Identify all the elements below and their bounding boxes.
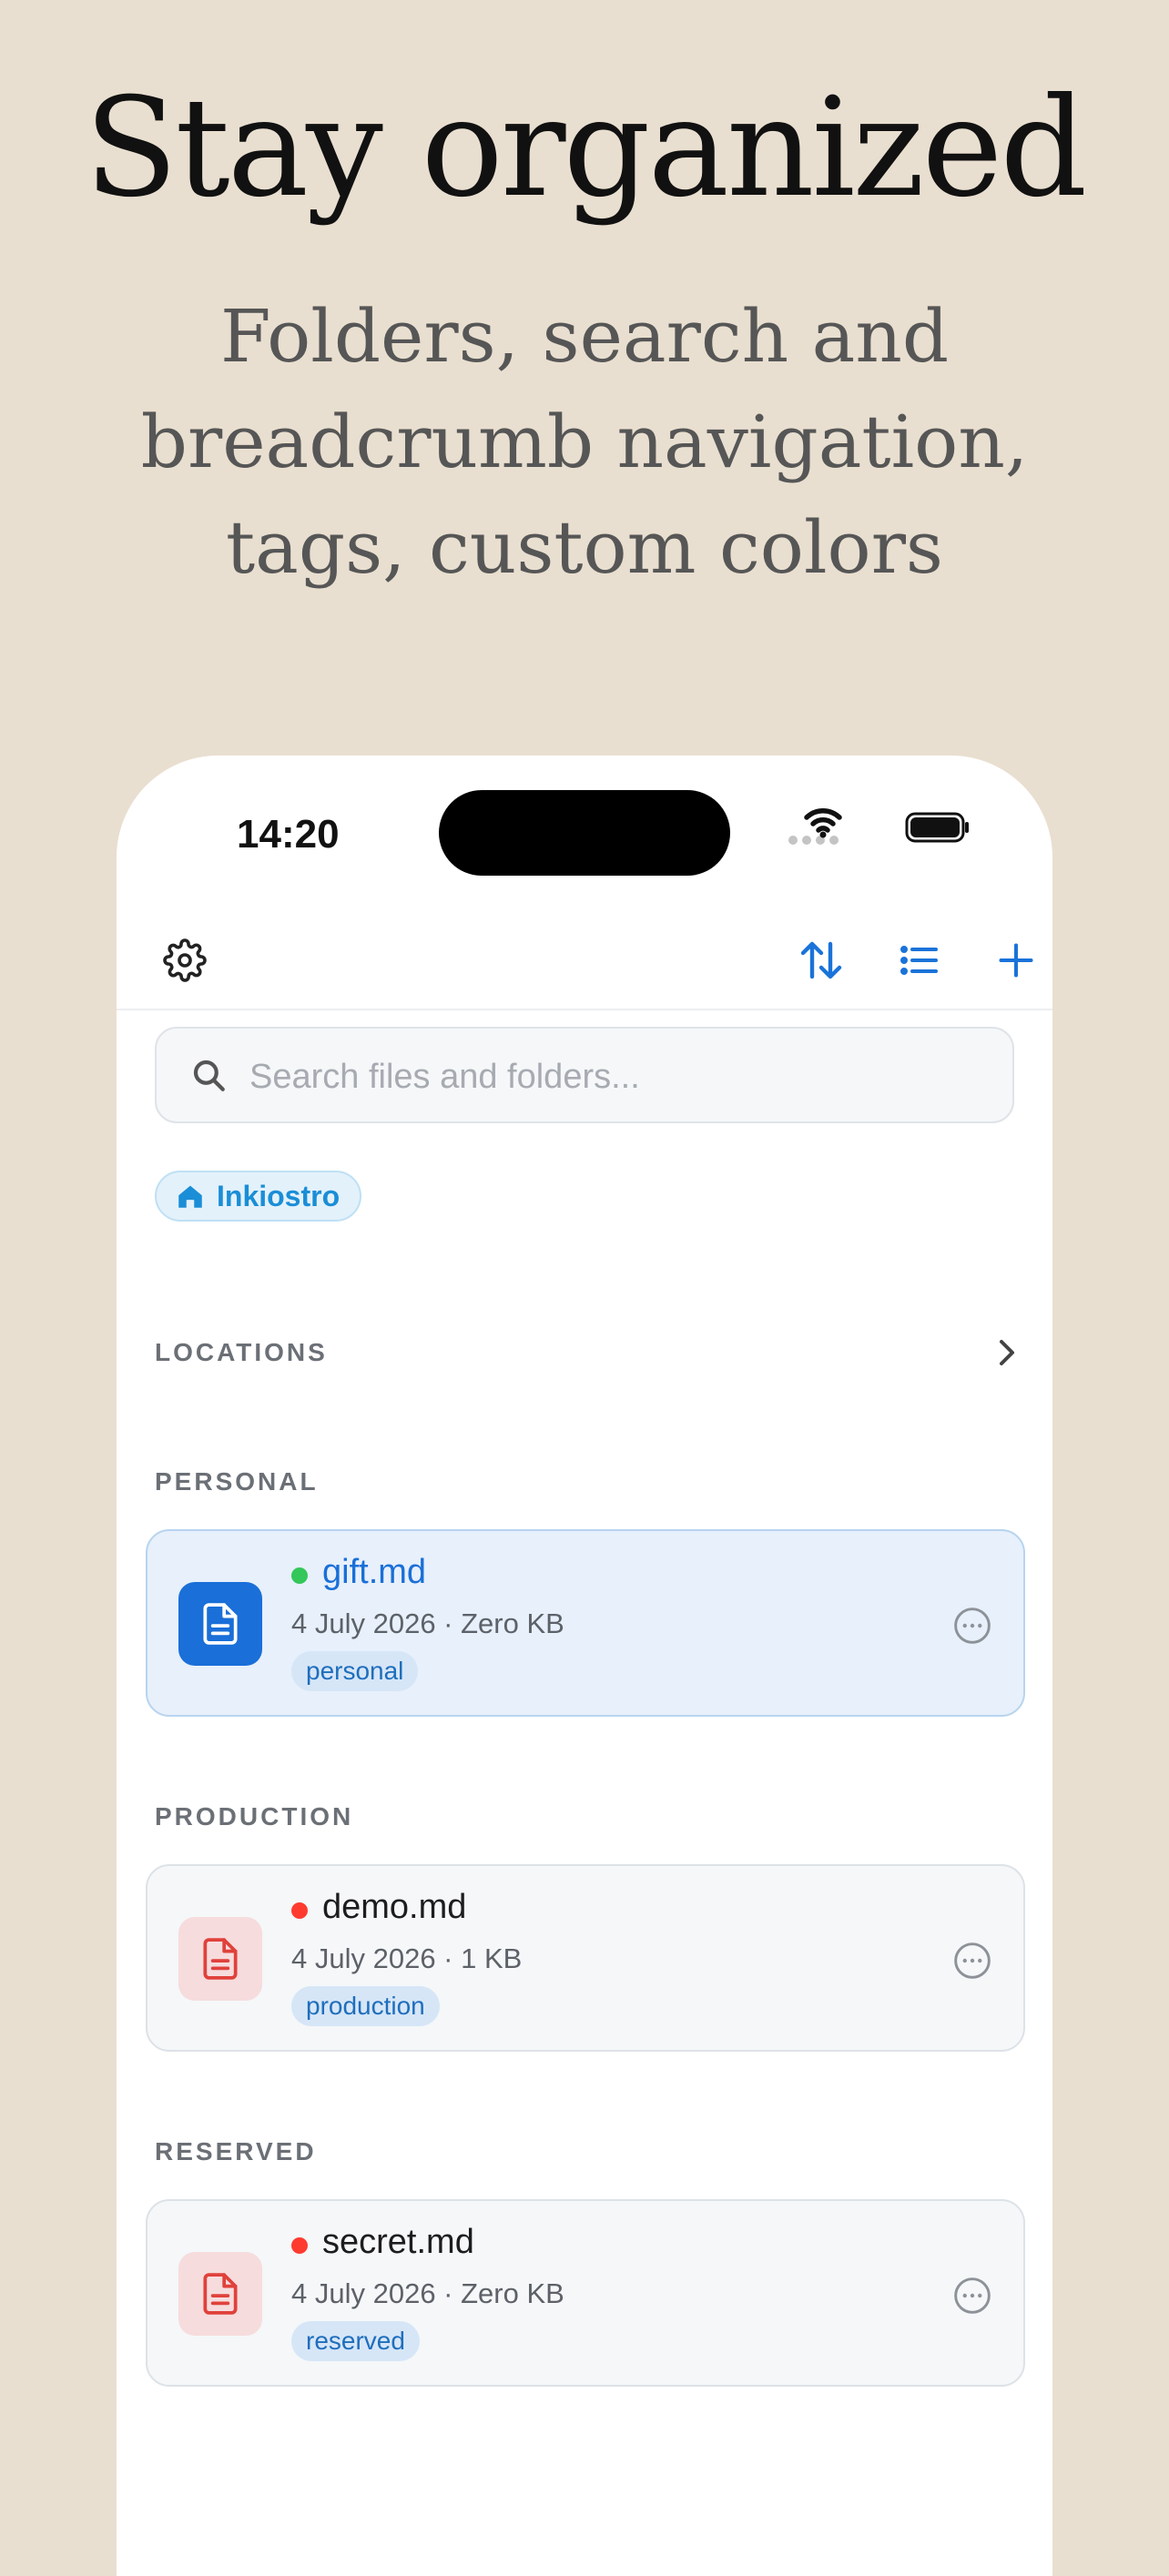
more-options-icon[interactable]: [952, 1941, 992, 1981]
breadcrumb[interactable]: Inkiostro: [155, 1171, 362, 1222]
section-reserved: RESERVED: [155, 2137, 317, 2165]
settings-button[interactable]: [153, 928, 217, 992]
tag-badge: reserved: [291, 2321, 420, 2361]
file-card-demo[interactable]: demo.md 4 July 2026 · 1 KB production: [146, 1864, 1025, 2052]
hero-subtitle: Folders, search and breadcrumb navigatio…: [140, 294, 1029, 590]
breadcrumb-label: Inkiostro: [217, 1179, 341, 1212]
section-personal: PERSONAL: [155, 1467, 319, 1496]
list-view-button[interactable]: [888, 928, 951, 992]
file-meta: 4 July 2026 · Zero KB: [291, 1607, 564, 1639]
more-options-icon[interactable]: [952, 2276, 992, 2316]
search-input[interactable]: [248, 1049, 980, 1105]
plus-icon: [999, 943, 1033, 978]
document-icon: [203, 1938, 238, 1980]
file-name: demo.md: [322, 1888, 467, 1926]
sort-icon: [800, 941, 842, 979]
status-dot: [291, 1567, 308, 1584]
add-button[interactable]: [984, 928, 1048, 992]
tag-badge: production: [291, 1986, 440, 2026]
status-dot: [291, 1902, 308, 1919]
file-card-secret[interactable]: secret.md 4 July 2026 · Zero KB reserved: [146, 2199, 1025, 2387]
search-icon: [193, 1060, 225, 1091]
chevron-right-icon[interactable]: [998, 1338, 1016, 1367]
document-icon: [203, 1603, 238, 1645]
home-icon: [178, 1185, 202, 1208]
more-options-icon[interactable]: [952, 1606, 992, 1646]
search-bar[interactable]: [155, 1027, 1014, 1123]
file-name: secret.md: [322, 2223, 474, 2261]
list-icon: [900, 946, 938, 975]
file-name: gift.md: [322, 1553, 427, 1591]
gear-icon: [163, 938, 207, 982]
battery-icon: [905, 812, 969, 843]
hero-title: Stay organized: [84, 69, 1088, 228]
dynamic-island: [439, 790, 730, 876]
section-production: PRODUCTION: [155, 1802, 354, 1831]
file-meta: 4 July 2026 · Zero KB: [291, 2277, 564, 2309]
file-icon-tile: [178, 2252, 262, 2336]
status-time: 14:20: [237, 812, 340, 857]
file-icon-tile: [178, 1917, 262, 2001]
sort-button[interactable]: [789, 928, 853, 992]
file-meta: 4 July 2026 · 1 KB: [291, 1942, 523, 1974]
phone-screen: 14:20 Search files and folders... Inkios…: [117, 756, 1052, 2576]
file-icon-tile: [178, 1582, 262, 1666]
section-locations[interactable]: LOCATIONS: [155, 1338, 328, 1367]
tag-badge: personal: [291, 1651, 419, 1691]
file-card-gift[interactable]: gift.md 4 July 2026 · Zero KB personal: [146, 1529, 1025, 1717]
toolbar-divider: [117, 1009, 1052, 1010]
wifi-icon: [804, 808, 842, 838]
status-dot: [291, 2237, 308, 2254]
document-icon: [203, 2273, 238, 2315]
